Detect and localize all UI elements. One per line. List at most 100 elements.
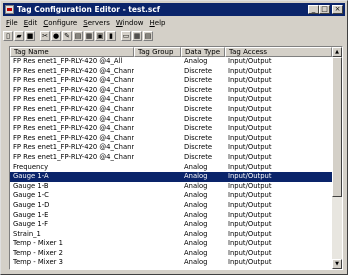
cell-tag-group: [134, 67, 181, 77]
new-file-icon[interactable]: ▯: [3, 31, 13, 41]
menu-help[interactable]: Help: [147, 19, 169, 27]
column-header-tag-group[interactable]: Tag Group: [134, 47, 181, 57]
table-row[interactable]: FP Res enet1_FP-RLY-420 @4_Chann Discrete…: [10, 105, 332, 115]
scroll-up-button[interactable]: ▲: [332, 47, 342, 57]
table-row[interactable]: Gauge 1-A Analog Input/Output: [10, 172, 332, 182]
table-row[interactable]: FP Res enet1_FP-RLY-420 @4_All Analog Inpu…: [10, 57, 332, 67]
record-icon[interactable]: ●: [51, 31, 61, 41]
column-header-tag-access[interactable]: Tag Access: [225, 47, 332, 57]
cell-data-type: Analog: [184, 258, 208, 267]
menu-window[interactable]: Window: [113, 19, 147, 27]
cell-tag-name: FP Res enet1_FP-RLY-420 @4_Chann: [13, 85, 134, 94]
cell-tag-group: [134, 76, 181, 86]
cell-tag-name: FP Res enet1_FP-RLY-420 @4_Chann: [13, 133, 134, 142]
table-row[interactable]: Temp - Mixer 2 Analog Input/Output: [10, 249, 332, 259]
cell-data-type: Analog: [184, 162, 208, 171]
cell-data-type: Analog: [184, 239, 208, 248]
table-row[interactable]: FP Res enet1_FP-RLY-420 @4_Chann Discrete…: [10, 67, 332, 77]
menu-servers[interactable]: Servers: [80, 19, 113, 27]
cell-tag-name: Frequency: [13, 162, 49, 171]
minimize-button[interactable]: _: [308, 5, 319, 14]
cell-data-type: Analog: [184, 191, 208, 200]
cell-tag-group: [134, 115, 181, 125]
cell-tag-name: FP Res enet1_FP-RLY-420 @4_All: [13, 57, 123, 65]
cell-tag-name: Gauge 1-F: [13, 220, 49, 229]
cell-tag-access: Input/Output: [228, 200, 272, 209]
menu-bar: File Edit Configure Servers Window Help: [3, 17, 345, 28]
table-header: Tag Name Tag Group Data Type Tag Access: [10, 47, 332, 57]
cell-tag-access: Input/Output: [228, 124, 272, 133]
cell-data-type: Analog: [184, 172, 208, 181]
close-button[interactable]: ×: [332, 5, 343, 14]
cell-data-type: Analog: [184, 248, 208, 257]
chart-icon[interactable]: ▤: [73, 31, 83, 41]
table-row[interactable]: Gauge 1-E Analog Input/Output: [10, 211, 332, 221]
vertical-scrollbar[interactable]: ▲ ▼: [332, 47, 342, 269]
cell-tag-name: FP Res enet1_FP-RLY-420 @4_Chann: [13, 66, 134, 75]
window-title: Tag Configuration Editor - test.scf: [17, 5, 161, 14]
cell-tag-group: [134, 143, 181, 153]
scroll-down-button[interactable]: ▼: [332, 259, 342, 269]
connect-icon[interactable]: ✂: [40, 31, 50, 41]
table-row[interactable]: FP Res enet1_FP-RLY-420 @4_Chann Discrete…: [10, 115, 332, 125]
table-row[interactable]: Gauge 1-D Analog Input/Output: [10, 201, 332, 211]
table-row[interactable]: FP Res enet1_FP-RLY-420 @4_Chann Discrete…: [10, 124, 332, 134]
cell-tag-access: Input/Output: [228, 133, 272, 142]
cell-tag-name: Temp - Mixer 1: [13, 239, 63, 248]
cell-tag-access: Input/Output: [228, 181, 272, 190]
scroll-thumb[interactable]: [332, 57, 342, 197]
table-row[interactable]: FP Res enet1_FP-RLY-420 @4_Chann Discrete…: [10, 95, 332, 105]
cell-tag-name: Gauge 1-E: [13, 210, 49, 219]
cell-tag-name: Temp - Mixer 2: [13, 248, 63, 257]
cell-tag-name: FP Res enet1_FP-RLY-420 @4_Chann: [13, 152, 134, 161]
cell-tag-name: FP Res enet1_FP-RLY-420 @4_Chann: [13, 124, 134, 133]
table-row[interactable]: Gauge 1-C Analog Input/Output: [10, 191, 332, 201]
menu-edit[interactable]: Edit: [21, 19, 41, 27]
table-row[interactable]: Frequency Analog Input/Output: [10, 163, 332, 173]
table-row[interactable]: FP Res enet1_FP-RLY-420 @4_Chann Discrete…: [10, 134, 332, 144]
table-row[interactable]: FP Res enet1_FP-RLY-420 @4_Chann Discrete…: [10, 153, 332, 163]
cell-tag-group: [134, 124, 181, 134]
menu-configure[interactable]: Configure: [40, 19, 80, 27]
cell-tag-name: Gauge 1-C: [13, 191, 49, 200]
menu-file[interactable]: File: [3, 19, 21, 27]
cell-tag-access: Input/Output: [228, 172, 272, 181]
cell-data-type: Discrete: [184, 95, 213, 104]
table-row[interactable]: FP Res enet1_FP-RLY-420 @4_Chann Discrete…: [10, 143, 332, 153]
cell-tag-access: Input/Output: [228, 57, 272, 65]
cylinder-icon[interactable]: ▮: [106, 31, 116, 41]
cell-data-type: Analog: [184, 200, 208, 209]
open-folder-icon[interactable]: ▰: [14, 31, 24, 41]
table-row[interactable]: Gauge 1-F Analog Input/Output: [10, 220, 332, 230]
image-icon[interactable]: ▣: [95, 31, 105, 41]
cell-data-type: Analog: [184, 210, 208, 219]
cell-tag-group: [134, 182, 181, 192]
cell-tag-access: Input/Output: [228, 191, 272, 200]
cell-tag-group: [134, 220, 181, 230]
grid-icon[interactable]: ▦: [132, 31, 142, 41]
cell-tag-name: FP Res enet1_FP-RLY-420 @4_Chann: [13, 104, 134, 113]
cell-tag-access: Input/Output: [228, 66, 272, 75]
document-icon[interactable]: ▤: [143, 31, 153, 41]
table-row[interactable]: Strain_1 Analog Input/Output: [10, 230, 332, 240]
cell-tag-access: Input/Output: [228, 248, 272, 257]
edit-icon[interactable]: ✎: [62, 31, 72, 41]
table-row[interactable]: Temp - Mixer 3 Analog Input/Output: [10, 258, 332, 268]
table-row[interactable]: FP Res enet1_FP-RLY-420 @4_Chann Discrete…: [10, 76, 332, 86]
table-row[interactable]: Gauge 1-B Analog Input/Output: [10, 182, 332, 192]
table-row[interactable]: FP Res enet1_FP-RLY-420 @4_Chann Discrete…: [10, 86, 332, 96]
column-header-tag-name[interactable]: Tag Name: [10, 47, 134, 57]
cell-data-type: Discrete: [184, 124, 213, 133]
cell-tag-group: [134, 201, 181, 211]
maximize-button[interactable]: □: [319, 5, 330, 14]
cell-data-type: Discrete: [184, 133, 213, 142]
column-header-data-type[interactable]: Data Type: [181, 47, 225, 57]
cell-data-type: Discrete: [184, 76, 213, 85]
save-icon[interactable]: ■: [25, 31, 35, 41]
title-bar[interactable]: Tag Configuration Editor - test.scf _ □ …: [3, 3, 345, 16]
graph-icon[interactable]: ▦: [84, 31, 94, 41]
table-row[interactable]: Temp - Mixer 1 Analog Input/Output: [10, 239, 332, 249]
print-icon[interactable]: ▭: [121, 31, 131, 41]
cell-tag-group: [134, 86, 181, 96]
cell-tag-access: Input/Output: [228, 258, 272, 267]
